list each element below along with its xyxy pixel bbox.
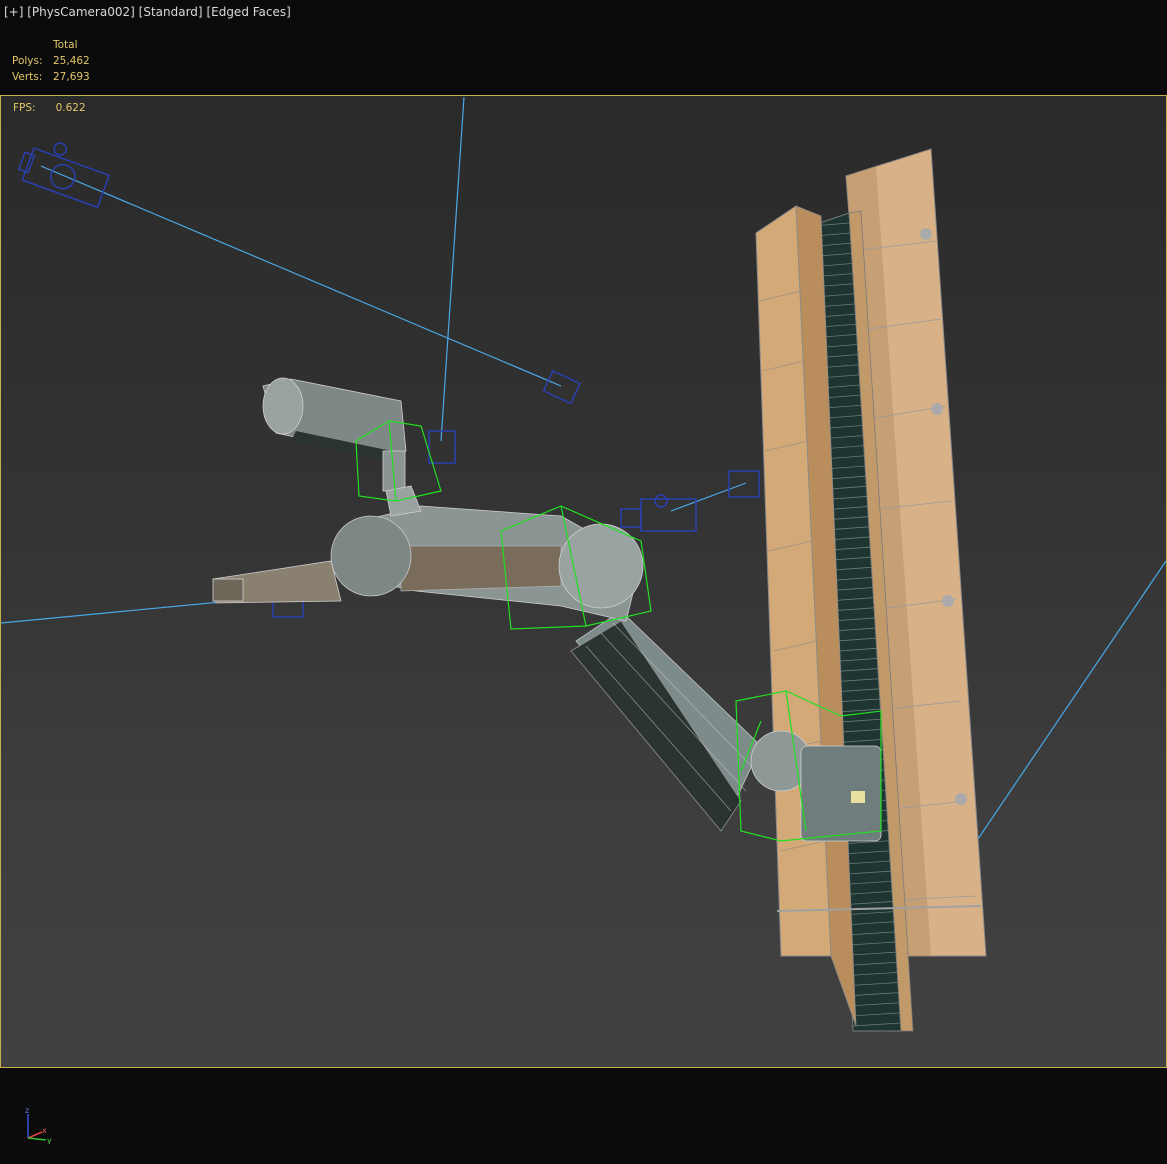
- axis-y-label: y: [47, 1136, 52, 1144]
- viewport-label-menus: [+] [PhysCamera002] [Standard] [Edged Fa…: [4, 5, 291, 19]
- viewport-shading-menu[interactable]: [Standard]: [139, 5, 203, 19]
- viewport-header: [+] [PhysCamera002] [Standard] [Edged Fa…: [0, 0, 1167, 96]
- light-lines: [1, 96, 1166, 902]
- left-light-line: [1, 600, 232, 624]
- axis-x-label: x: [42, 1126, 47, 1135]
- polys-label: Polys:: [12, 55, 43, 67]
- axis-tripod-icon: z x y: [25, 1106, 52, 1144]
- robot-upper-arm: [212, 505, 644, 622]
- camera-icon: [17, 142, 111, 209]
- verts-label: Verts:: [12, 71, 43, 83]
- robot-camera-head: [262, 377, 422, 517]
- axis-z-label: z: [25, 1106, 29, 1115]
- rail-carriage: [800, 745, 882, 842]
- verts-value: 27,693: [53, 71, 90, 83]
- viewport-camera-menu[interactable]: [PhysCamera002]: [27, 5, 135, 19]
- viewport-general-menu[interactable]: [+]: [4, 5, 23, 19]
- camera-target-icon: [542, 369, 582, 405]
- camera-target-line: [40, 165, 562, 387]
- camera-viewport[interactable]: FPS: 0.622: [0, 95, 1167, 1068]
- fps-value: 0.622: [55, 102, 86, 114]
- viewport-edges-menu[interactable]: [Edged Faces]: [206, 5, 290, 19]
- stats-total-header: Total: [53, 39, 78, 51]
- statistics-overlay: Total Polys: 25,462 Verts: 27,693: [12, 37, 90, 85]
- light-icon-left: [272, 600, 304, 618]
- fps-readout: FPS: 0.622: [13, 102, 86, 114]
- viewport-footer: [0, 1068, 1167, 1164]
- small-camera-icon: [620, 494, 697, 532]
- polys-value: 25,462: [53, 55, 90, 67]
- scene-render: [1, 96, 1166, 1032]
- fps-label: FPS:: [13, 102, 36, 114]
- target-box-icon: [428, 430, 456, 464]
- vertical-light-line: [440, 96, 465, 442]
